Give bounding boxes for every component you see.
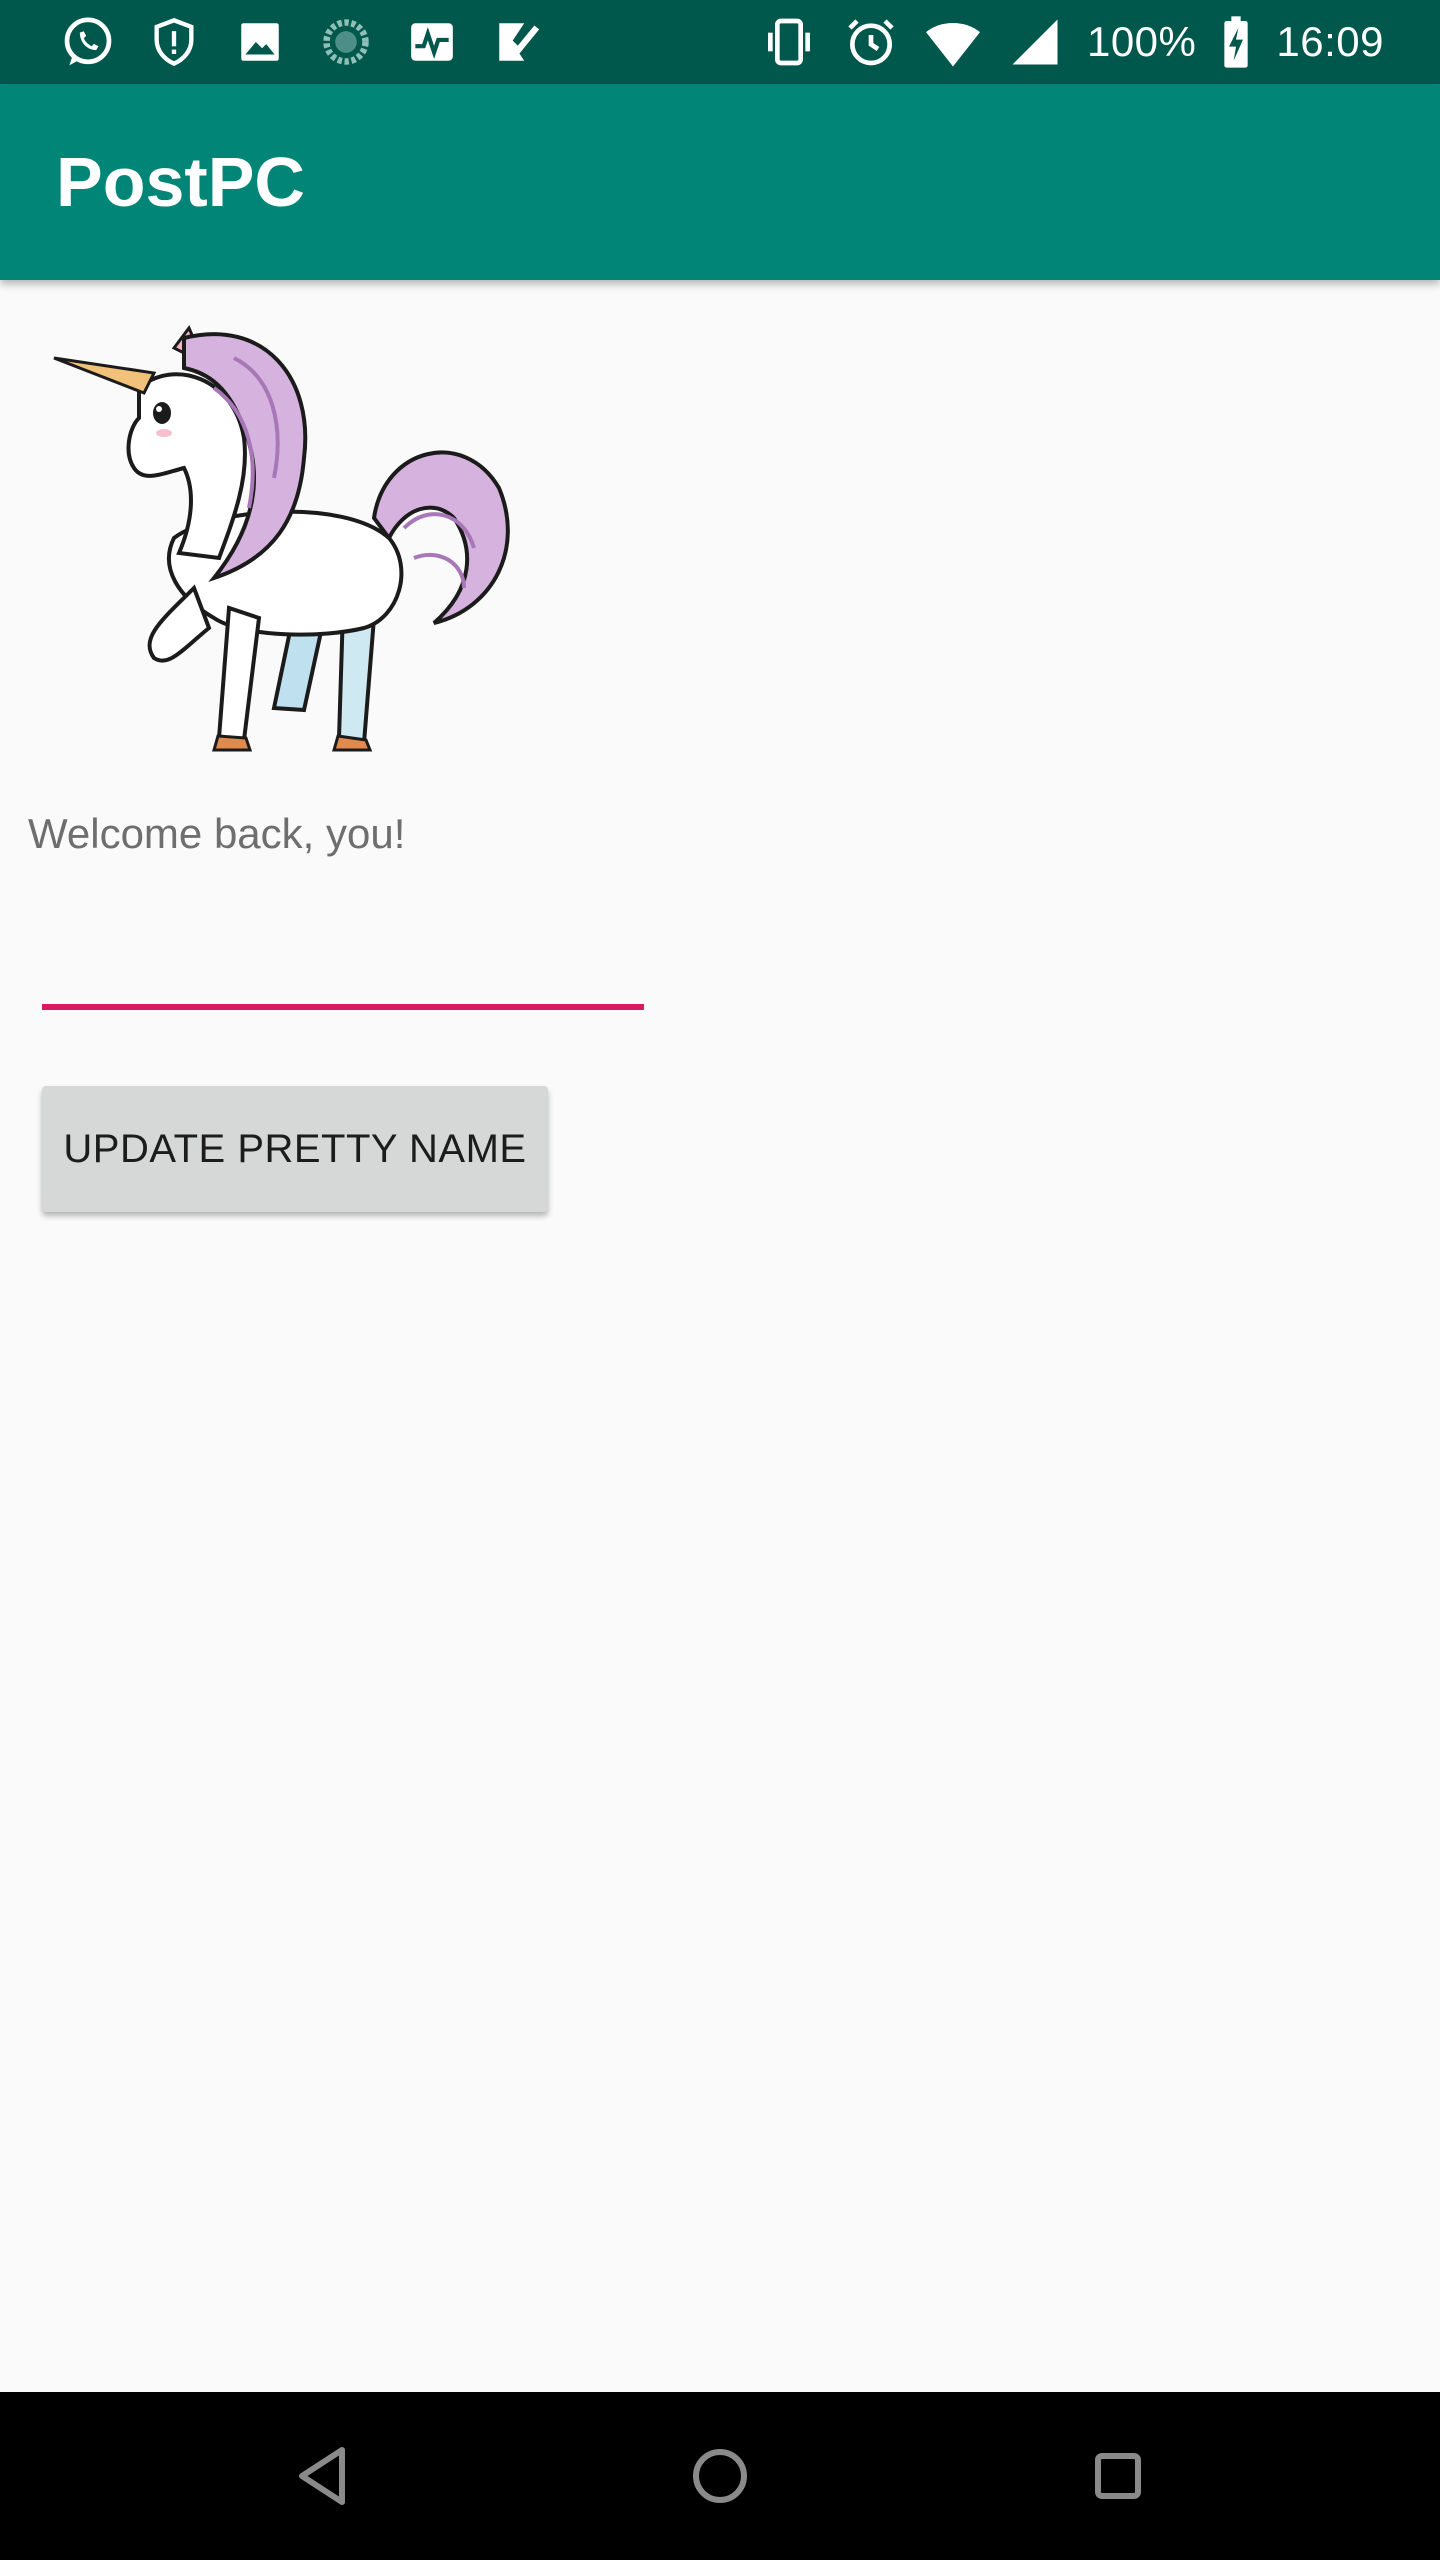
home-icon[interactable] [680,2436,760,2516]
sync-icon [316,12,376,72]
recents-icon[interactable] [1078,2436,1158,2516]
battery-percentage: 100% [1086,18,1197,65]
notification-icons [58,10,548,74]
alarm-icon [841,12,901,72]
welcome-message: Welcome back, you! [28,810,406,857]
activity-icon [402,12,462,72]
app-title: PostPC [56,143,305,221]
battery-charging-icon [1218,12,1254,72]
unicorn-illustration [44,318,524,758]
app-bar: PostPC [0,84,1440,280]
back-icon[interactable] [282,2436,362,2516]
image-icon [230,12,290,72]
system-icons: 100% 16:09 [759,10,1384,74]
check-app-icon [488,12,548,72]
pretty-name-input[interactable] [42,900,644,1010]
wifi-icon [923,12,983,72]
clock: 16:09 [1276,18,1384,65]
vibrate-icon [759,12,819,72]
whatsapp-icon [58,12,118,72]
update-pretty-name-button[interactable]: UPDATE PRETTY NAME [42,1086,548,1212]
signal-icon [1005,12,1065,72]
shield-alert-icon [144,12,204,72]
navigation-bar [0,2392,1440,2560]
status-bar: 100% 16:09 [0,0,1440,84]
